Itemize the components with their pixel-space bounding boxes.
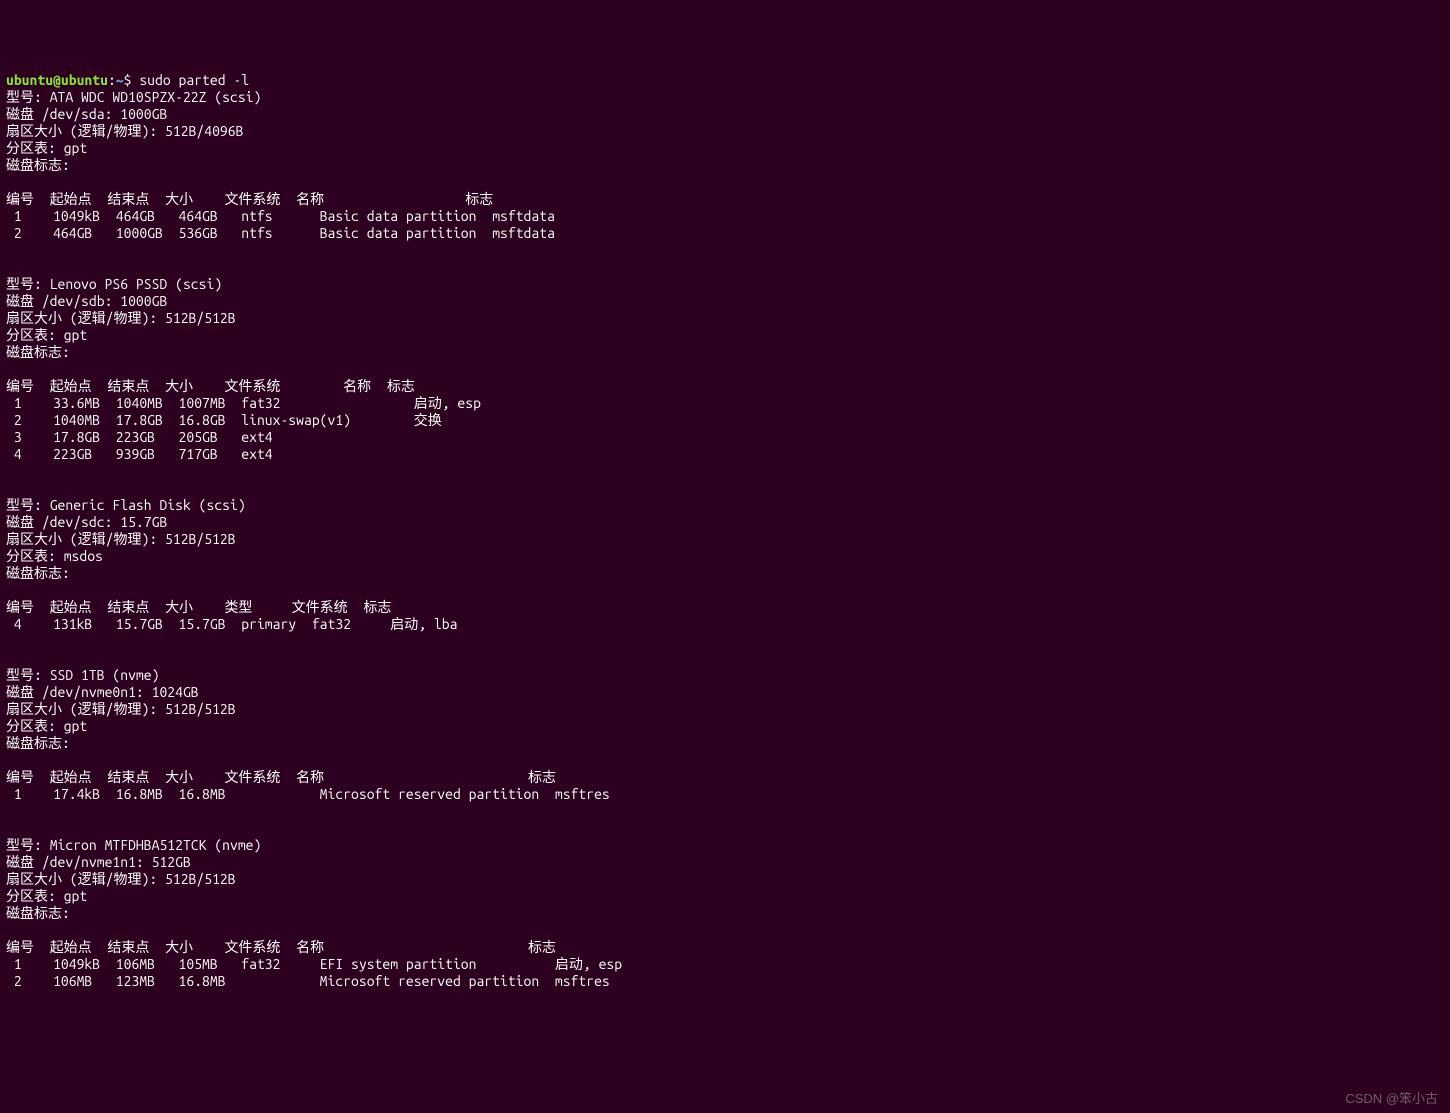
table-row: 3 17.8GB 223GB 205GB ext4 (6, 429, 1444, 446)
disk3-flags: 磁盘标志: (6, 565, 1444, 582)
table-row: 4 131kB 15.7GB 15.7GB primary fat32 启动, … (6, 616, 1444, 633)
prompt-at: @ (53, 72, 61, 88)
table-row: 4 223GB 939GB 717GB ext4 (6, 446, 1444, 463)
table-row: 1 1049kB 106MB 105MB fat32 EFI system pa… (6, 956, 1444, 973)
disk2-pt: 分区表: gpt (6, 327, 1444, 344)
disk3-sector: 扇区大小 (逻辑/物理): 512B/512B (6, 531, 1444, 548)
blank (6, 174, 1444, 191)
disk5-header: 编号 起始点 结束点 大小 文件系统 名称 标志 (6, 939, 1444, 956)
table-row: 1 17.4kB 16.8MB 16.8MB Microsoft reserve… (6, 786, 1444, 803)
blank (6, 922, 1444, 939)
disk3-pt: 分区表: msdos (6, 548, 1444, 565)
disk2-model: 型号: Lenovo PS6 PSSD (scsi) (6, 276, 1444, 293)
disk3-header: 编号 起始点 结束点 大小 类型 文件系统 标志 (6, 599, 1444, 616)
prompt-colon: : (108, 72, 116, 88)
disk2-header: 编号 起始点 结束点 大小 文件系统 名称 标志 (6, 378, 1444, 395)
table-row: 2 106MB 123MB 16.8MB Microsoft reserved … (6, 973, 1444, 990)
disk3-path: 磁盘 /dev/sdc: 15.7GB (6, 514, 1444, 531)
blank (6, 820, 1444, 837)
disk3-model: 型号: Generic Flash Disk (scsi) (6, 497, 1444, 514)
blank (6, 650, 1444, 667)
disk1-model: 型号: ATA WDC WD10SPZX-22Z (scsi) (6, 89, 1444, 106)
blank (6, 463, 1444, 480)
disk2-flags: 磁盘标志: (6, 344, 1444, 361)
disk2-path: 磁盘 /dev/sdb: 1000GB (6, 293, 1444, 310)
disk1-path: 磁盘 /dev/sda: 1000GB (6, 106, 1444, 123)
disk1-flags: 磁盘标志: (6, 157, 1444, 174)
disk4-header: 编号 起始点 结束点 大小 文件系统 名称 标志 (6, 769, 1444, 786)
disk5-path: 磁盘 /dev/nvme1n1: 512GB (6, 854, 1444, 871)
prompt-host: ubuntu (61, 72, 108, 88)
command-text: sudo parted -l (139, 72, 249, 88)
disk5-flags: 磁盘标志: (6, 905, 1444, 922)
disk5-pt: 分区表: gpt (6, 888, 1444, 905)
disk4-flags: 磁盘标志: (6, 735, 1444, 752)
table-row: 1 1049kB 464GB 464GB ntfs Basic data par… (6, 208, 1444, 225)
blank (6, 361, 1444, 378)
table-row: 2 1040MB 17.8GB 16.8GB linux-swap(v1) 交换 (6, 412, 1444, 429)
table-row: 2 464GB 1000GB 536GB ntfs Basic data par… (6, 225, 1444, 242)
disk5-model: 型号: Micron MTFDHBA512TCK (nvme) (6, 837, 1444, 854)
prompt-user: ubuntu (6, 72, 53, 88)
prompt-line[interactable]: ubuntu@ubuntu:~$ sudo parted -l (6, 72, 1444, 89)
disk5-sector: 扇区大小 (逻辑/物理): 512B/512B (6, 871, 1444, 888)
table-row: 1 33.6MB 1040MB 1007MB fat32 启动, esp (6, 395, 1444, 412)
disk4-pt: 分区表: gpt (6, 718, 1444, 735)
disk1-header: 编号 起始点 结束点 大小 文件系统 名称 标志 (6, 191, 1444, 208)
watermark: CSDN @笨小古 (1345, 1090, 1438, 1107)
blank (6, 242, 1444, 259)
blank (6, 259, 1444, 276)
blank (6, 633, 1444, 650)
disk1-sector: 扇区大小 (逻辑/物理): 512B/4096B (6, 123, 1444, 140)
blank (6, 480, 1444, 497)
terminal-output[interactable]: ubuntu@ubuntu:~$ sudo parted -l型号: ATA W… (6, 72, 1444, 990)
disk2-sector: 扇区大小 (逻辑/物理): 512B/512B (6, 310, 1444, 327)
blank (6, 752, 1444, 769)
disk4-model: 型号: SSD 1TB (nvme) (6, 667, 1444, 684)
blank (6, 803, 1444, 820)
disk4-path: 磁盘 /dev/nvme0n1: 1024GB (6, 684, 1444, 701)
blank (6, 582, 1444, 599)
disk1-pt: 分区表: gpt (6, 140, 1444, 157)
prompt-path: ~ (116, 72, 124, 88)
disk4-sector: 扇区大小 (逻辑/物理): 512B/512B (6, 701, 1444, 718)
